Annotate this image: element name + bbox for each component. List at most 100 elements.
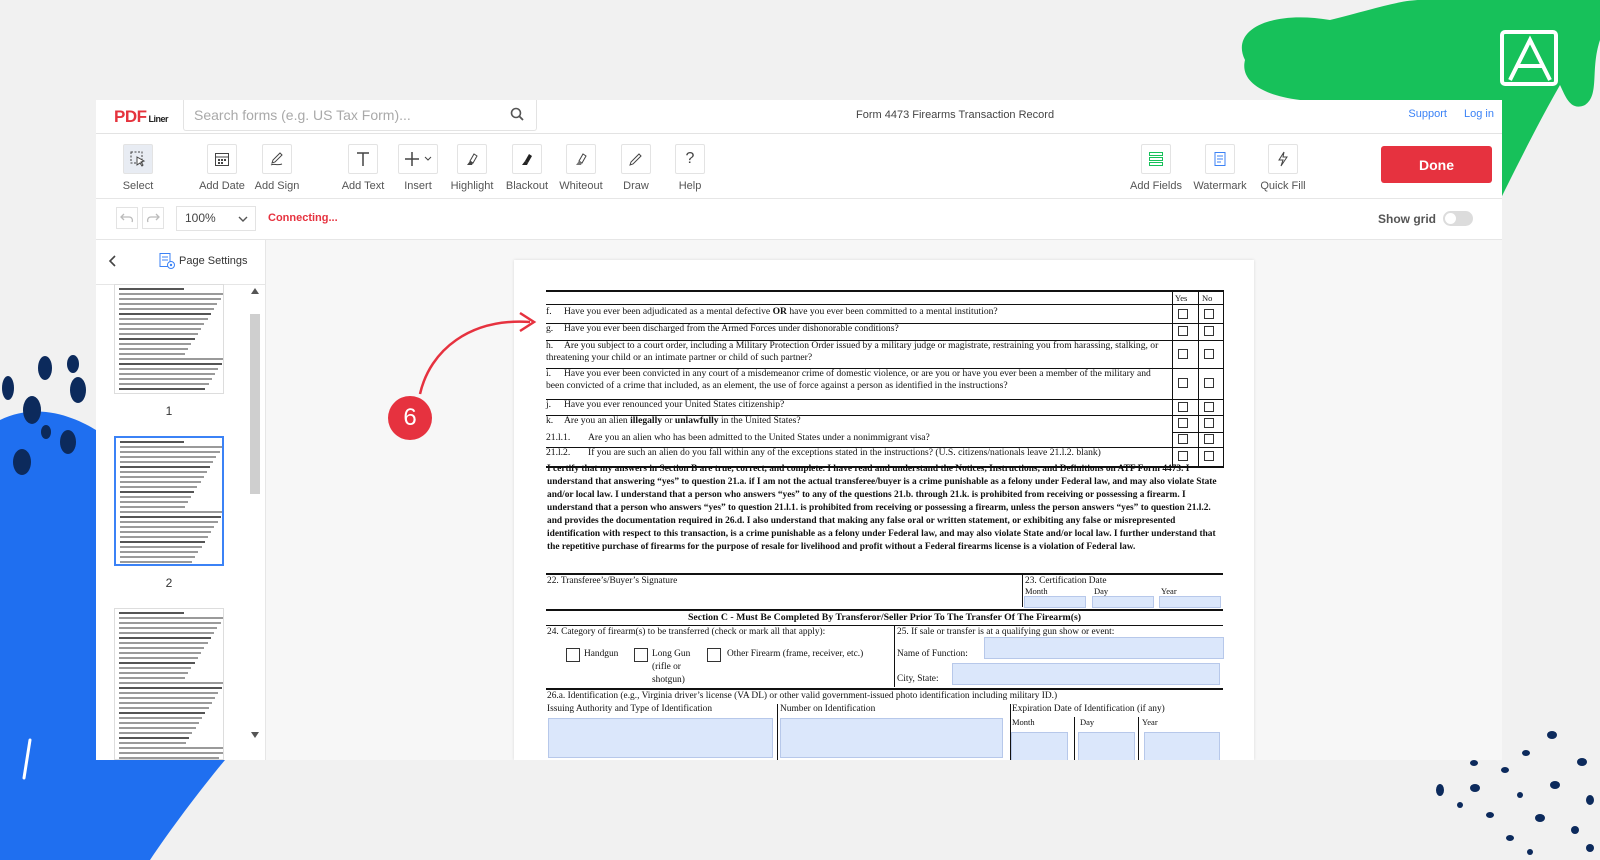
add-date-tool[interactable]: Add Date	[195, 144, 249, 192]
pdfliner-logo[interactable]: PDF Liner	[114, 107, 169, 127]
city-state-label: City, State:	[897, 674, 939, 684]
scroll-up-icon[interactable]	[251, 288, 259, 294]
issuing-authority-field[interactable]	[548, 718, 773, 758]
yes-checkbox[interactable]	[1178, 309, 1188, 319]
no-checkbox[interactable]	[1204, 451, 1214, 461]
yes-checkbox[interactable]	[1178, 378, 1188, 388]
cert-year-label: Year	[1161, 586, 1177, 596]
city-state-field[interactable]	[952, 663, 1220, 685]
exp-day-label: Day	[1080, 717, 1095, 727]
yes-checkbox[interactable]	[1178, 451, 1188, 461]
insert-tool[interactable]: Insert	[391, 144, 445, 192]
number-on-id-field[interactable]	[780, 718, 1003, 758]
other-firearm-checkbox[interactable]	[707, 648, 721, 662]
thumbnail-line	[119, 612, 184, 614]
thumbnail-line	[119, 393, 202, 394]
highlight-tool[interactable]: Highlight	[445, 144, 499, 192]
thumbnail-line	[119, 338, 195, 340]
quick-fill-tool[interactable]: Quick Fill	[1256, 144, 1310, 192]
scrollbar-thumb[interactable]	[250, 314, 260, 494]
chevron-down-icon	[238, 216, 248, 222]
done-button[interactable]: Done	[1381, 146, 1492, 183]
add-text-tool[interactable]: Add Text	[336, 144, 390, 192]
no-checkbox[interactable]	[1204, 418, 1214, 428]
connection-status: Connecting...	[268, 212, 338, 224]
thumbnail-line	[119, 747, 223, 749]
redo-button[interactable]	[142, 207, 164, 229]
cert-day-field[interactable]	[1092, 596, 1154, 608]
search-icon[interactable]	[510, 107, 524, 126]
draw-pencil-icon	[629, 153, 642, 166]
add-fields-icon	[1149, 152, 1163, 166]
page-thumbnail-3[interactable]	[114, 608, 224, 760]
no-checkbox[interactable]	[1204, 434, 1214, 444]
handgun-checkbox[interactable]	[566, 648, 580, 662]
yes-checkbox[interactable]	[1178, 349, 1188, 359]
chevron-left-icon[interactable]	[106, 254, 120, 268]
question-text: Have you ever been discharged from the A…	[564, 323, 899, 334]
no-checkbox[interactable]	[1204, 349, 1214, 359]
thumbnail-line	[119, 652, 202, 654]
certification-date-label: 23. Certification Date	[1025, 576, 1107, 586]
cert-year-field[interactable]	[1159, 596, 1221, 608]
thumbnail-line	[119, 707, 209, 709]
draw-tool[interactable]: Draw	[609, 144, 663, 192]
question-id: j.	[546, 399, 552, 410]
thumbnail-line	[119, 323, 205, 325]
add-sign-tool[interactable]: Add Sign	[250, 144, 304, 192]
question-row: 21.l.1. Are you an alien who has been adm…	[546, 432, 1161, 444]
row-divider	[1172, 432, 1223, 433]
zoom-select[interactable]: 100%	[176, 206, 256, 231]
long-gun-checkbox[interactable]	[634, 648, 648, 662]
scroll-down-icon[interactable]	[251, 732, 259, 738]
no-checkbox[interactable]	[1204, 402, 1214, 412]
question-id: 21.l.2.	[546, 447, 571, 458]
sidebar-scrollbar[interactable]	[246, 284, 264, 760]
page-thumbnail-2[interactable]	[114, 436, 224, 566]
help-tool[interactable]: ? Help	[663, 144, 717, 192]
section-c-heading: Section C - Must Be Completed By Transfe…	[687, 612, 1082, 623]
undo-button[interactable]	[116, 207, 138, 229]
other-firearm-label: Other Firearm (frame, receiver, etc.)	[727, 649, 864, 659]
exp-month-field[interactable]	[1011, 732, 1068, 760]
yes-checkbox[interactable]	[1178, 402, 1188, 412]
yes-checkbox[interactable]	[1178, 326, 1188, 336]
show-grid-toggle[interactable]	[1443, 211, 1473, 226]
thumbnail-line	[120, 531, 212, 533]
question-id: i.	[546, 368, 552, 379]
support-link[interactable]: Support	[1408, 108, 1447, 120]
cert-month-field[interactable]	[1024, 596, 1086, 608]
yes-checkbox[interactable]	[1178, 418, 1188, 428]
watermark-icon	[1214, 152, 1226, 166]
add-text-label: Add Text	[341, 180, 385, 192]
name-of-function-field[interactable]	[984, 637, 1224, 659]
q26a-label: 26.a. Identification (e.g., Virginia dri…	[547, 691, 1058, 701]
thumbnail-line	[120, 496, 192, 498]
blackout-tool[interactable]: Blackout	[500, 144, 554, 192]
add-fields-tool[interactable]: Add Fields	[1129, 144, 1183, 192]
thumbnail-line	[119, 303, 218, 305]
thumbnail-line	[119, 373, 216, 375]
pdf-editor-window: PDFLiner Form 4473 Firearms Transaction …	[96, 100, 1502, 760]
no-checkbox[interactable]	[1204, 309, 1214, 319]
yes-checkbox[interactable]	[1178, 434, 1188, 444]
watermark-tool[interactable]: Watermark	[1193, 144, 1247, 192]
calendar-icon	[215, 153, 229, 166]
exp-year-field[interactable]	[1144, 732, 1220, 760]
search-input[interactable]	[192, 106, 496, 124]
question-id: g.	[546, 323, 554, 334]
no-checkbox[interactable]	[1204, 326, 1214, 336]
signature-label: 22. Transferee’s/Buyer’s Signature	[547, 576, 678, 586]
thumbnail-line	[120, 521, 218, 523]
no-checkbox[interactable]	[1204, 378, 1214, 388]
login-link[interactable]: Log in	[1464, 108, 1494, 120]
whiteout-tool[interactable]: Whiteout	[554, 144, 608, 192]
page-thumbnail-1[interactable]	[114, 284, 224, 394]
blackout-label: Blackout	[505, 180, 549, 192]
page-settings-button[interactable]: Page Settings	[158, 252, 248, 270]
blackout-brush-icon	[522, 154, 532, 165]
exp-day-field[interactable]	[1078, 732, 1135, 760]
select-tool[interactable]: Select	[111, 144, 165, 192]
secondary-toolbar: 100% Connecting... Show grid	[96, 199, 1502, 240]
whiteout-brush-icon	[576, 153, 587, 165]
